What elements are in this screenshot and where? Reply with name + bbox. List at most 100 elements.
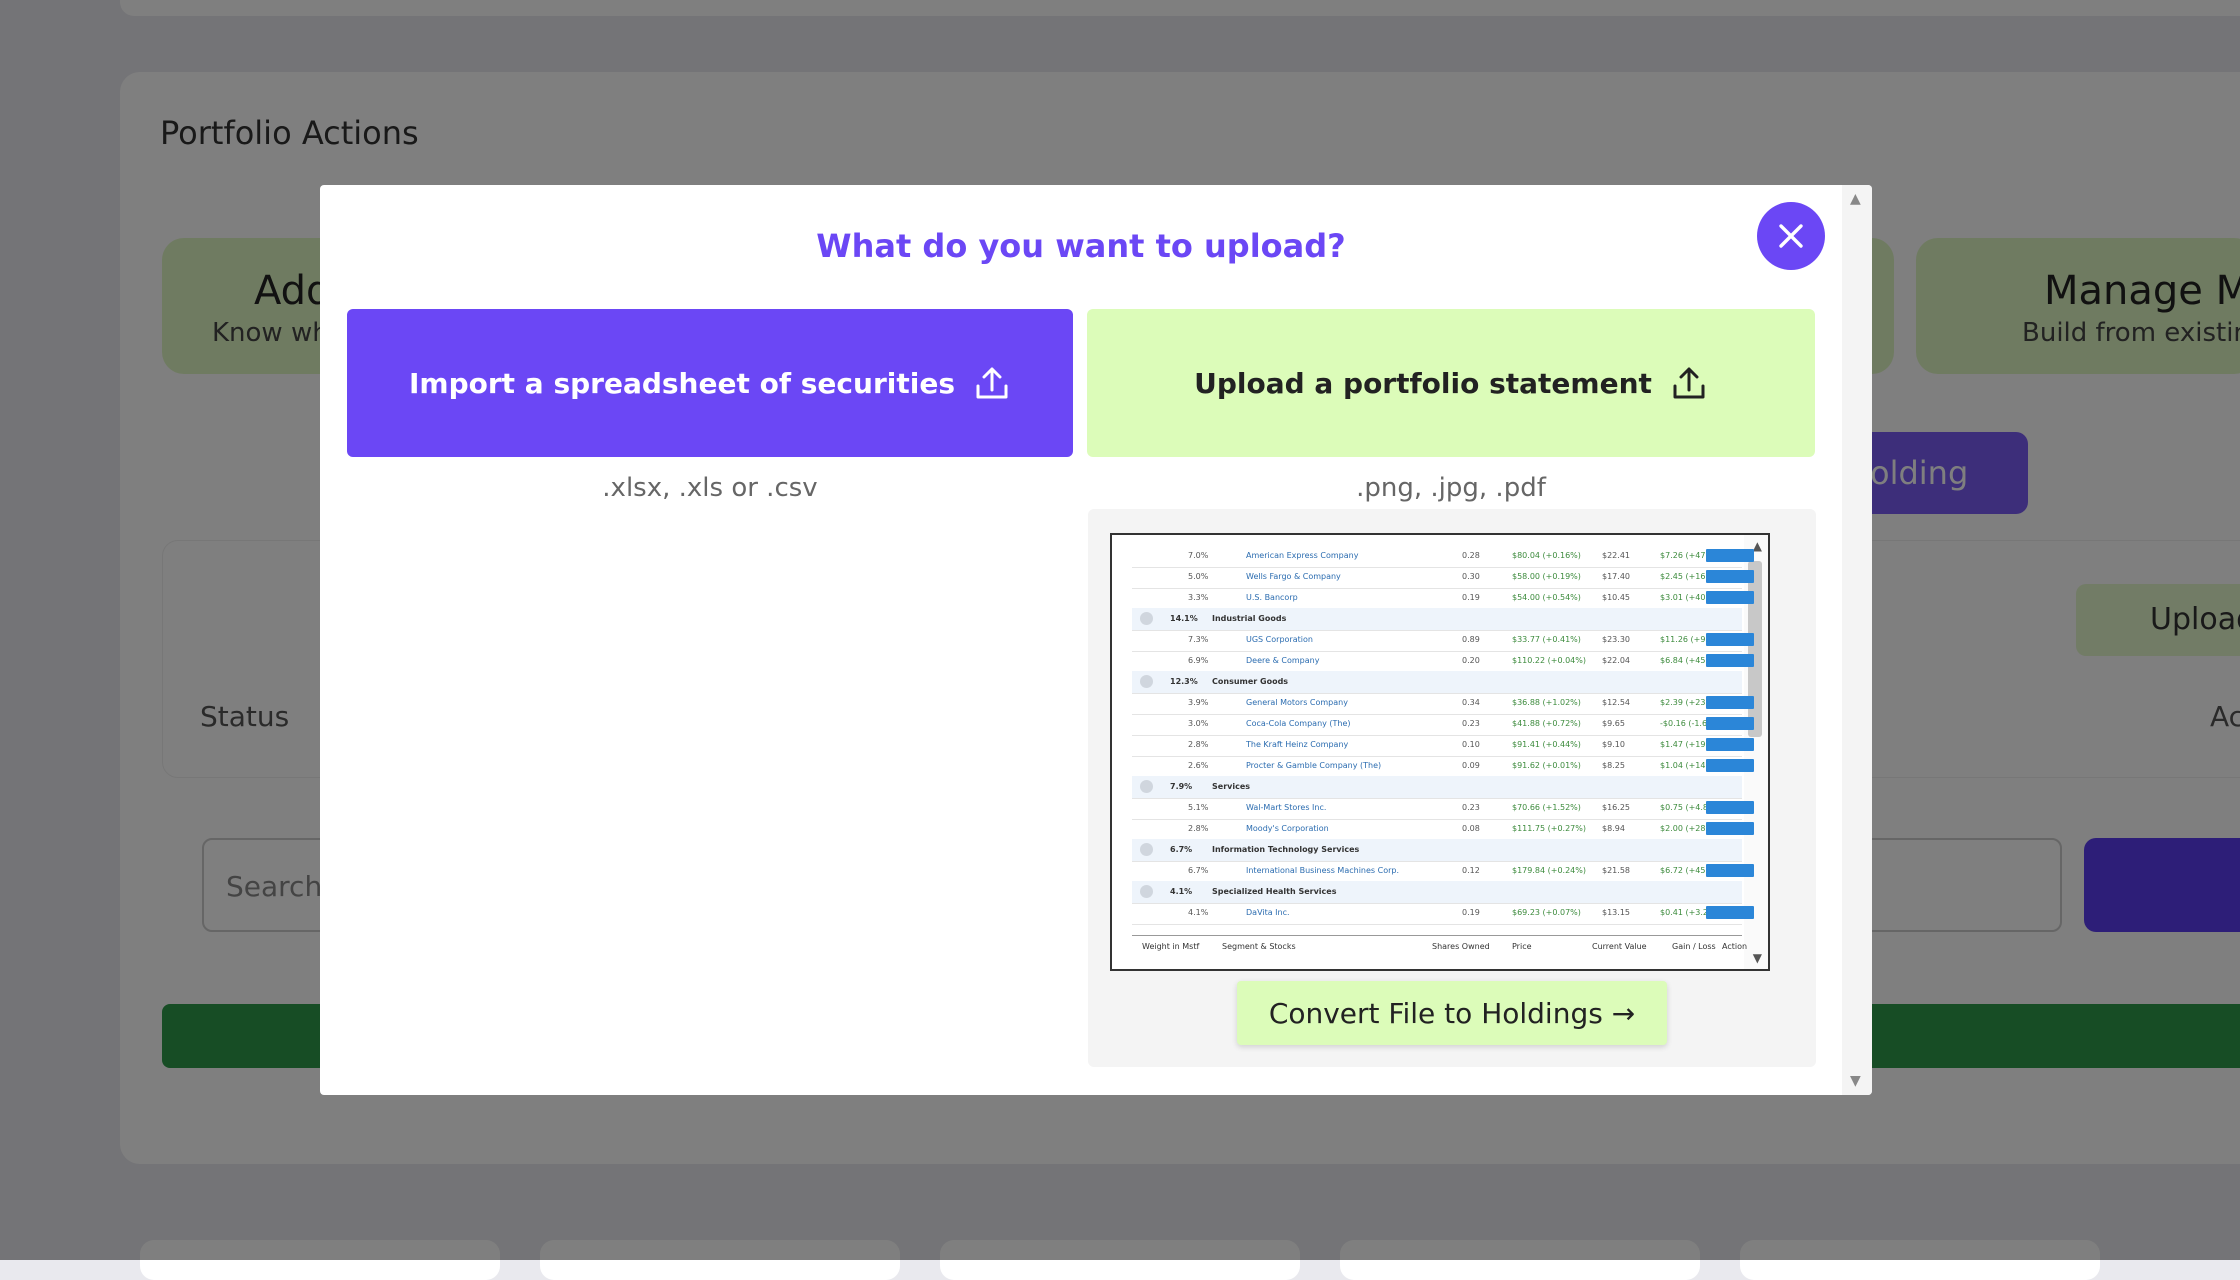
scroll-up-icon[interactable]: ▲	[1753, 539, 1762, 553]
preview-holding-row: 5.1% Wal-Mart Stores Inc. 0.23 $70.66 (+1.5…	[1132, 797, 1754, 820]
upload-icon	[976, 367, 1008, 399]
preview-cell-name: Coca-Cola Company (The)	[1246, 719, 1351, 728]
preview-cell-weight: 3.9%	[1188, 698, 1209, 707]
preview-cell-value: $23.30	[1602, 635, 1630, 644]
preview-cell-shares: 0.30	[1462, 572, 1480, 581]
preview-holding-row: 2.6% Procter & Gamble Company (The) 0.09 $9…	[1132, 755, 1754, 778]
import-spreadsheet-button[interactable]: Import a spreadsheet of securities	[347, 309, 1073, 457]
preview-cell-weight: 7.3%	[1188, 635, 1209, 644]
preview-cell-weight: 12.3%	[1170, 677, 1198, 686]
preview-cell-price: $36.88 (+1.02%)	[1512, 698, 1581, 707]
preview-cell-value: $8.25	[1602, 761, 1625, 770]
preview-cell-price: $58.00 (+0.19%)	[1512, 572, 1581, 581]
trade-button[interactable]	[1706, 717, 1754, 730]
preview-cell-weight: 6.7%	[1188, 866, 1209, 875]
convert-file-button[interactable]: Convert File to Holdings →	[1237, 981, 1667, 1045]
preview-cell-price: $70.66 (+1.52%)	[1512, 803, 1581, 812]
preview-cell-price: $110.22 (+0.04%)	[1512, 656, 1586, 665]
spreadsheet-format-hint: .xlsx, .xls or .csv	[602, 473, 818, 503]
preview-footer-header: Current Value	[1592, 942, 1647, 951]
preview-cell-name: Consumer Goods	[1212, 677, 1289, 686]
trade-button[interactable]	[1706, 591, 1754, 604]
preview-holding-row: 3.0% Coca-Cola Company (The) 0.23 $41.88 (+…	[1132, 713, 1754, 736]
preview-cell-name: Wells Fargo & Company	[1246, 572, 1341, 581]
preview-cell-weight: 5.0%	[1188, 572, 1209, 581]
preview-cell-price: $33.77 (+0.41%)	[1512, 635, 1581, 644]
preview-cell-name: General Motors Company	[1246, 698, 1348, 707]
preview-cell-name: Wal-Mart Stores Inc.	[1246, 803, 1327, 812]
preview-footer-header: Action	[1722, 942, 1748, 951]
preview-cell-price: $54.00 (+0.54%)	[1512, 593, 1581, 602]
preview-cell-name: International Business Machines Corp.	[1246, 866, 1400, 875]
preview-footer-header: Price	[1512, 942, 1532, 951]
trade-button[interactable]	[1706, 633, 1754, 646]
preview-cell-value: $16.25	[1602, 803, 1630, 812]
preview-cell-name: The Kraft Heinz Company	[1246, 740, 1349, 749]
preview-footer-header: Segment & Stocks	[1222, 942, 1296, 951]
preview-holding-row: 4.1% DaVita Inc. 0.19 $69.23 (+0.07%) $13.15…	[1132, 902, 1754, 925]
trade-button[interactable]	[1706, 822, 1754, 835]
preview-cell-shares: 0.09	[1462, 761, 1480, 770]
preview-group-row: 6.7% Information Technology Services	[1132, 839, 1742, 862]
scroll-down-icon[interactable]: ▼	[1753, 951, 1762, 965]
preview-holding-row: 3.3% U.S. Bancorp 0.19 $54.00 (+0.54%) $10.4…	[1132, 587, 1754, 610]
preview-cell-weight: 4.1%	[1188, 908, 1209, 917]
preview-cell-value: $21.58	[1602, 866, 1630, 875]
scroll-down-icon[interactable]: ▼	[1850, 1073, 1861, 1089]
preview-cell-name: Procter & Gamble Company (The)	[1246, 761, 1382, 770]
preview-cell-shares: 0.23	[1462, 803, 1480, 812]
preview-holding-row: 5.0% Wells Fargo & Company 0.30 $58.00 (+0.…	[1132, 566, 1754, 589]
preview-cell-value: $9.65	[1602, 719, 1625, 728]
trade-button[interactable]	[1706, 759, 1754, 772]
preview-group-row: 4.1% Specialized Health Services	[1132, 881, 1742, 904]
close-button[interactable]	[1757, 202, 1825, 270]
preview-group-row: 12.3% Consumer Goods	[1132, 671, 1742, 694]
preview-cell-name: Industrial Goods	[1212, 614, 1287, 623]
preview-cell-price: $111.75 (+0.27%)	[1512, 824, 1586, 833]
preview-cell-weight: 14.1%	[1170, 614, 1198, 623]
trade-button[interactable]	[1706, 864, 1754, 877]
statement-format-hint: .png, .jpg, .pdf	[1356, 473, 1546, 503]
preview-cell-price: $91.41 (+0.44%)	[1512, 740, 1581, 749]
trade-button[interactable]	[1706, 696, 1754, 709]
modal-scrollbar[interactable]: ▲ ▼	[1842, 185, 1872, 1095]
preview-footer-header: Gain / Loss	[1672, 942, 1716, 951]
preview-cell-weight: 3.0%	[1188, 719, 1209, 728]
preview-holding-row: 6.9% Deere & Company 0.20 $110.22 (+0.04%) $…	[1132, 650, 1754, 673]
trade-button[interactable]	[1706, 801, 1754, 814]
import-spreadsheet-label: Import a spreadsheet of securities	[408, 366, 955, 400]
scroll-up-icon[interactable]: ▲	[1850, 191, 1861, 207]
statement-preview-panel: ▲ ▼ Weight in Mstf Segment & Stocks Shares…	[1088, 509, 1816, 1067]
trade-button[interactable]	[1706, 549, 1754, 562]
trade-button[interactable]	[1706, 906, 1754, 919]
preview-cell-shares: 0.19	[1462, 908, 1480, 917]
preview-cell-price: $41.88 (+0.72%)	[1512, 719, 1581, 728]
preview-cell-value: $8.94	[1602, 824, 1625, 833]
upload-statement-button[interactable]: Upload a portfolio statement	[1087, 309, 1815, 457]
preview-cell-weight: 7.9%	[1170, 782, 1193, 791]
trade-button[interactable]	[1706, 654, 1754, 667]
preview-cell-shares: 0.12	[1462, 866, 1480, 875]
upload-statement-label: Upload a portfolio statement	[1194, 366, 1652, 400]
preview-cell-price: $69.23 (+0.07%)	[1512, 908, 1581, 917]
trade-button[interactable]	[1706, 570, 1754, 583]
pie-chart-icon	[1140, 675, 1153, 688]
preview-holding-row: 6.7% International Business Machines Corp…	[1132, 860, 1754, 883]
preview-cell-name: U.S. Bancorp	[1246, 593, 1298, 602]
preview-holding-row: 7.0% American Express Company 0.28 $80.04 (…	[1132, 545, 1754, 568]
preview-cell-shares: 0.08	[1462, 824, 1480, 833]
preview-cell-shares: 0.20	[1462, 656, 1480, 665]
preview-cell-weight: 2.8%	[1188, 824, 1209, 833]
preview-group-row: 14.1% Industrial Goods	[1132, 608, 1742, 631]
close-icon	[1779, 224, 1803, 248]
preview-holding-row: 3.9% General Motors Company 0.34 $36.88 (+1…	[1132, 692, 1754, 715]
modal-title: What do you want to upload?	[816, 227, 1346, 265]
preview-cell-price: $91.62 (+0.01%)	[1512, 761, 1581, 770]
pie-chart-icon	[1140, 612, 1153, 625]
preview-scroll-thumb[interactable]	[1748, 561, 1762, 737]
preview-footer-header: Shares Owned	[1432, 942, 1490, 951]
preview-cell-shares: 0.89	[1462, 635, 1480, 644]
preview-holding-row: 2.8% Moody's Corporation 0.08 $111.75 (+0.2…	[1132, 818, 1754, 841]
trade-button[interactable]	[1706, 738, 1754, 751]
preview-cell-weight: 6.9%	[1188, 656, 1209, 665]
